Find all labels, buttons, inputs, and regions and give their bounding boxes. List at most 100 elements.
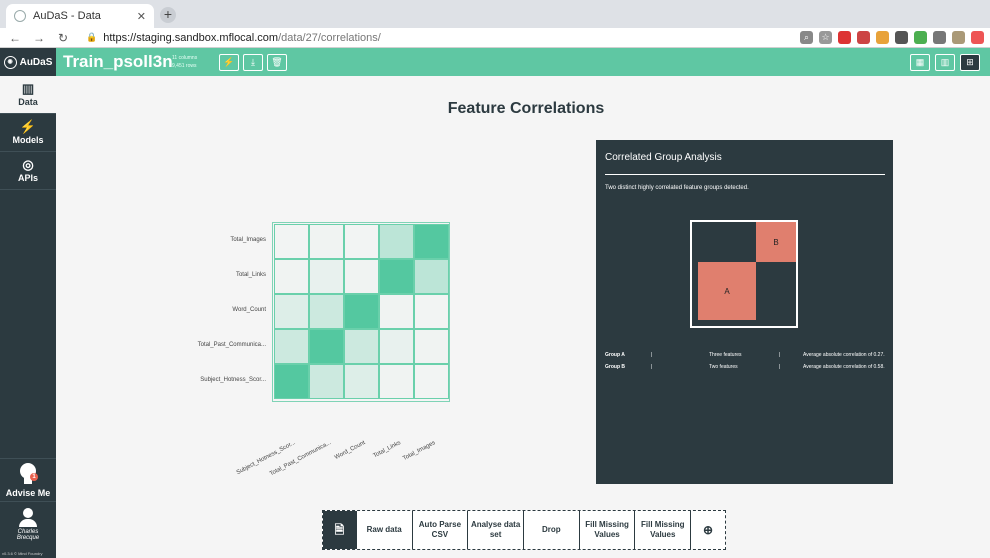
heatmap-cell[interactable] xyxy=(308,223,344,259)
zoom-icon[interactable]: ⌕ xyxy=(800,31,813,44)
column-label: Subject_Hotness_Scor... xyxy=(235,440,297,477)
chart-icon: ▥ xyxy=(940,57,950,67)
chart-view-button[interactable]: ▥ xyxy=(935,54,955,71)
pipeline-step[interactable]: Analyse data set xyxy=(468,511,524,549)
page-title: Feature Correlations xyxy=(447,100,605,117)
browser-tab[interactable]: AuDaS - Data ✕ xyxy=(6,4,154,28)
plus-icon: ⊕ xyxy=(703,523,714,537)
advise-me-button[interactable]: 1 Advise Me xyxy=(0,458,56,502)
pipeline-step[interactable]: Auto Parse CSV xyxy=(413,511,469,549)
lightbulb-icon: 1 xyxy=(19,463,38,485)
heatmap-cell[interactable] xyxy=(378,293,414,329)
dataset-title: Train_psoll3n xyxy=(63,52,173,71)
extension-icon[interactable] xyxy=(933,31,946,44)
heatmap-cell[interactable] xyxy=(378,328,414,364)
grid-view-button[interactable]: ▦ xyxy=(910,54,930,71)
url-host: https://staging.sandbox.mflocal.com xyxy=(103,31,279,44)
heatmap-cell[interactable] xyxy=(343,223,379,259)
extension-icon[interactable] xyxy=(895,31,908,44)
download-icon: ⤓ xyxy=(251,57,255,67)
heatmap-cell[interactable] xyxy=(413,258,449,294)
bolt-button[interactable]: ⚡ xyxy=(219,54,239,71)
extension-icon[interactable] xyxy=(838,31,851,44)
row-label: Total_Past_Communica... xyxy=(197,342,266,348)
new-tab-button[interactable]: + xyxy=(160,7,176,23)
pipeline-step[interactable]: Fill Missing Values xyxy=(580,511,636,549)
heatmap-cell[interactable] xyxy=(343,293,379,329)
heatmap-cell[interactable] xyxy=(378,363,414,399)
heatmap-cell[interactable] xyxy=(413,293,449,329)
heatmap-cell[interactable] xyxy=(308,258,344,294)
sidebar-item-data[interactable]: ▥ Data xyxy=(0,76,56,114)
user-profile[interactable]: Charles Brecque v0.3.6 © Mind Foundry xyxy=(0,504,56,558)
bolt-icon: ⚡ xyxy=(19,119,37,134)
heatmap-cell[interactable] xyxy=(273,363,309,399)
logo-text: AuDaS xyxy=(19,56,53,68)
heatmap-cell[interactable] xyxy=(413,223,449,259)
panel-description: Two distinct highly correlated feature g… xyxy=(605,185,749,191)
sidebar-item-label: Data xyxy=(18,97,38,107)
app-logo[interactable]: ◉ AuDaS xyxy=(0,48,56,76)
forward-icon[interactable]: → xyxy=(30,31,48,45)
star-icon[interactable]: ☆ xyxy=(819,31,832,44)
reload-icon[interactable]: ↻ xyxy=(54,31,72,45)
group-b-block: B xyxy=(756,222,796,262)
pipeline-step[interactable]: Fill Missing Values xyxy=(635,511,692,549)
row-label: Total_Images xyxy=(230,237,266,243)
browser-tab-bar: AuDaS - Data ✕ + xyxy=(0,0,990,28)
correlation-icon: ⊞ xyxy=(966,57,974,67)
extensions: ⌕ ☆ xyxy=(800,31,984,44)
close-tab-icon[interactable]: ✕ xyxy=(137,10,146,23)
heatmap-cell[interactable] xyxy=(273,328,309,364)
heatmap-cell[interactable] xyxy=(343,328,379,364)
download-button[interactable]: ⤓ xyxy=(243,54,263,71)
advise-badge: 1 xyxy=(30,473,38,481)
heatmap-cell[interactable] xyxy=(308,293,344,329)
heatmap-cell[interactable] xyxy=(343,258,379,294)
url-field[interactable]: 🔒 https://staging.sandbox.mflocal.com/da… xyxy=(86,32,381,44)
address-bar: ← → ↻ 🔒 https://staging.sandbox.mflocal.… xyxy=(0,28,990,48)
delete-button[interactable]: 🗑 xyxy=(267,54,287,71)
sidebar-item-models[interactable]: ⚡ Models xyxy=(0,114,56,152)
meta-columns: 11 columns xyxy=(172,55,198,61)
correlated-group-panel: Correlated Group Analysis Two distinct h… xyxy=(596,140,893,484)
heatmap-cell[interactable] xyxy=(273,223,309,259)
heatmap-cell[interactable] xyxy=(308,363,344,399)
lock-icon: 🔒 xyxy=(86,32,98,42)
extension-icon[interactable] xyxy=(914,31,927,44)
sidebar: ▥ Data ⚡ Models ◎ APIs 1 Advise Me Charl… xyxy=(0,76,56,558)
column-label: Word_Count xyxy=(334,440,367,462)
back-icon[interactable]: ← xyxy=(6,31,24,45)
advise-label: Advise Me xyxy=(5,488,51,498)
heatmap-cell[interactable] xyxy=(413,328,449,364)
correlation-view-button[interactable]: ⊞ xyxy=(960,54,980,71)
heatmap-cell[interactable] xyxy=(343,363,379,399)
group-name: Group A xyxy=(605,352,625,358)
extension-icon[interactable] xyxy=(876,31,889,44)
meta-rows: 9,451 rows xyxy=(172,63,197,69)
extension-icon[interactable] xyxy=(971,31,984,44)
group-avg: Average absolute correlation of 0.27. xyxy=(803,352,885,358)
sidebar-item-label: Models xyxy=(12,135,44,145)
heatmap-cell[interactable] xyxy=(378,223,414,259)
heatmap-cell[interactable] xyxy=(273,293,309,329)
panel-title: Correlated Group Analysis xyxy=(605,152,722,163)
pipeline-bar: 🗎 Raw data Auto Parse CSV Analyse data s… xyxy=(322,510,726,550)
column-label: Total_Images xyxy=(402,440,437,463)
heatmap-cell[interactable] xyxy=(378,258,414,294)
pipeline-document-button[interactable]: 🗎 xyxy=(323,511,357,549)
heatmap-cell[interactable] xyxy=(413,363,449,399)
dataset-meta: 11 columns 9,451 rows xyxy=(172,54,197,70)
favicon-icon xyxy=(14,10,26,22)
sidebar-item-apis[interactable]: ◎ APIs xyxy=(0,152,56,190)
version-text: v0.3.6 © Mind Foundry xyxy=(2,551,43,556)
trash-icon: 🗑 xyxy=(271,57,283,67)
pipeline-step[interactable]: Drop xyxy=(524,511,580,549)
avatar[interactable] xyxy=(952,31,965,44)
heatmap-cell[interactable] xyxy=(308,328,344,364)
pipeline-step[interactable]: Raw data xyxy=(357,511,413,549)
user-last-name: Brecque xyxy=(16,535,40,541)
heatmap-cell[interactable] xyxy=(273,258,309,294)
add-step-button[interactable]: ⊕ xyxy=(691,511,725,549)
extension-icon[interactable] xyxy=(857,31,870,44)
